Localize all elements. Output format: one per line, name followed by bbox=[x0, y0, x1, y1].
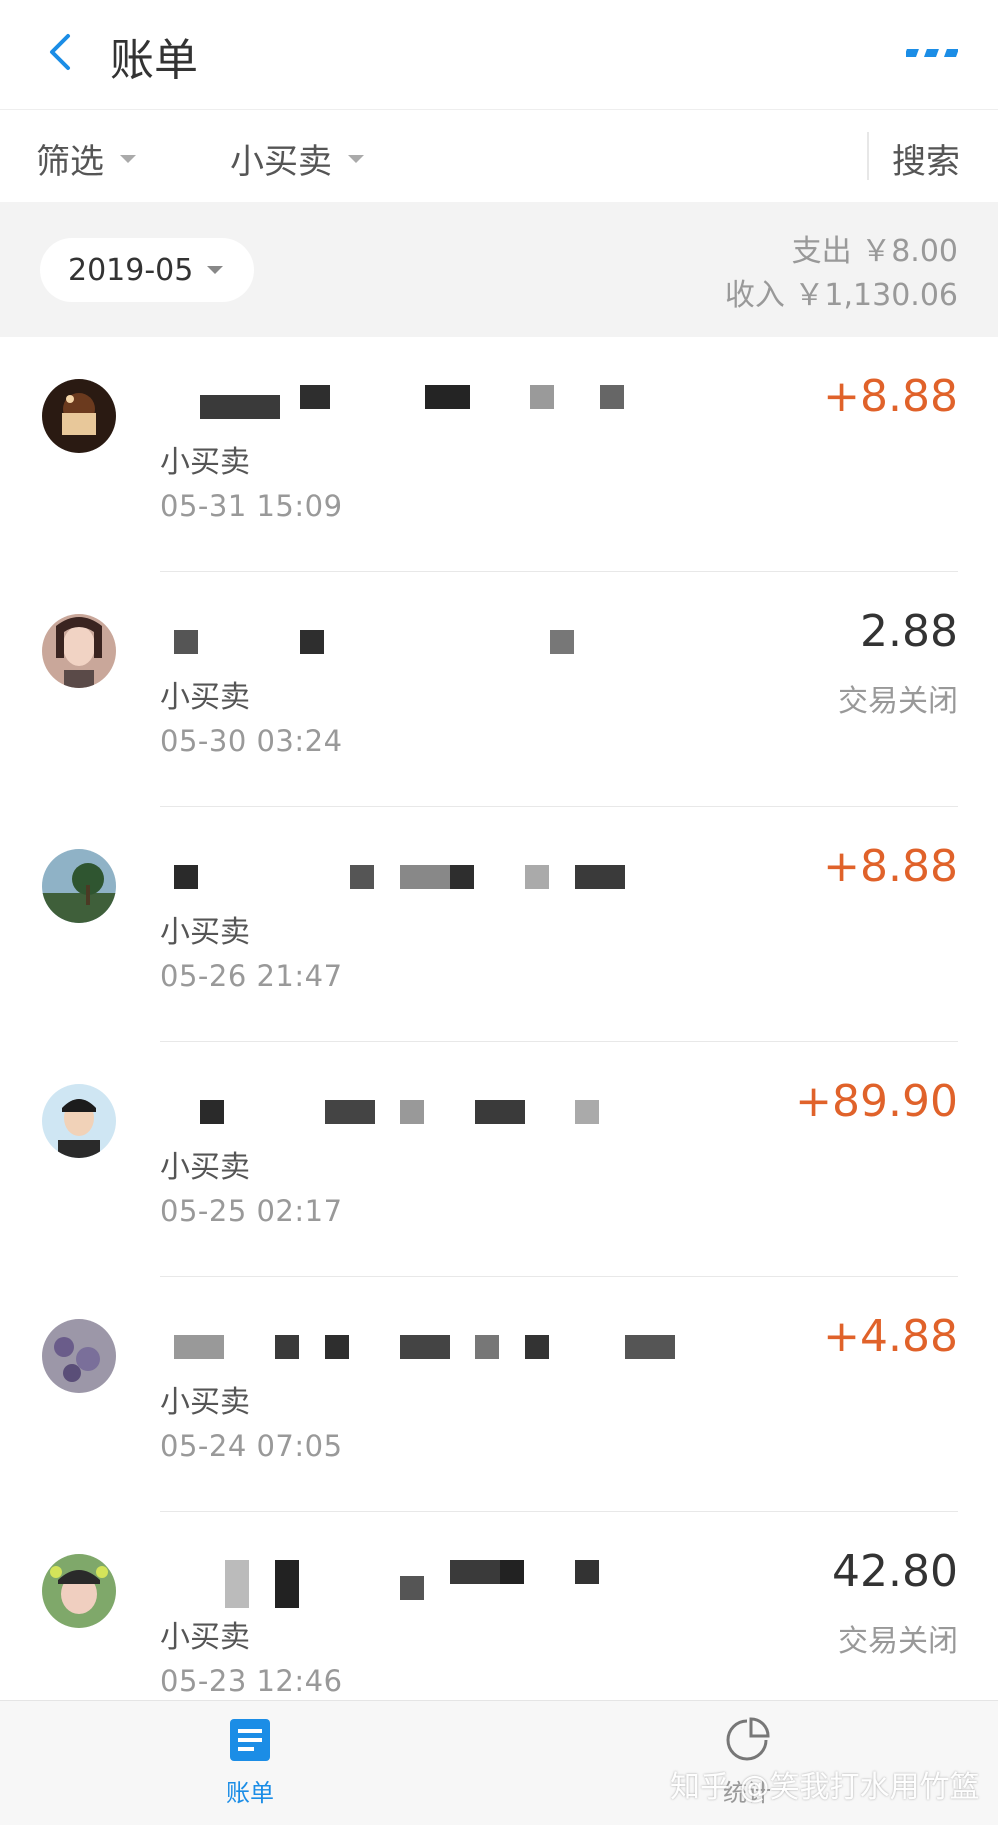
transaction-row[interactable]: 小买卖 05-25 02:17 +89.90 bbox=[0, 1042, 998, 1277]
transaction-time: 05-26 21:47 bbox=[160, 959, 343, 993]
transaction-amount: 42.80 bbox=[832, 1546, 958, 1597]
redacted-name bbox=[160, 381, 680, 423]
document-icon bbox=[230, 1719, 270, 1761]
transaction-time: 05-23 12:46 bbox=[160, 1664, 343, 1698]
category-dropdown[interactable]: 小买卖 bbox=[230, 134, 364, 183]
transaction-amount: +8.88 bbox=[823, 371, 958, 422]
avatar bbox=[42, 849, 116, 923]
redacted-name bbox=[160, 616, 680, 658]
transaction-status: 交易关闭 bbox=[838, 1624, 958, 1659]
filter-bar: 筛选 小买卖 搜索 bbox=[0, 110, 998, 202]
redacted-name bbox=[160, 1321, 680, 1363]
avatar bbox=[42, 1319, 116, 1393]
category-dropdown-label: 小买卖 bbox=[230, 142, 332, 182]
transaction-amount: +89.90 bbox=[795, 1076, 958, 1127]
redacted-name bbox=[160, 1556, 680, 1608]
filter-dropdown-label: 筛选 bbox=[36, 142, 104, 182]
tab-bills[interactable]: 账单 bbox=[180, 1717, 320, 1817]
income-total: 收入 ￥1,130.06 bbox=[724, 278, 958, 313]
avatar bbox=[42, 379, 116, 453]
transaction-list: 小买卖 05-31 15:09 +8.88 小买卖 05-30 03:24 2.… bbox=[0, 337, 998, 1747]
transaction-row[interactable]: 小买卖 05-26 21:47 +8.88 bbox=[0, 807, 998, 1042]
month-summary: 2019-05 支出 ￥8.00 收入 ￥1,130.06 bbox=[0, 202, 998, 337]
page-title: 账单 bbox=[110, 35, 198, 86]
transaction-time: 05-24 07:05 bbox=[160, 1429, 343, 1463]
transaction-status: 交易关闭 bbox=[838, 684, 958, 719]
tab-bills-label: 账单 bbox=[226, 1779, 274, 1807]
pie-chart-icon bbox=[726, 1717, 770, 1761]
caret-down-icon bbox=[348, 154, 364, 163]
avatar bbox=[42, 1554, 116, 1628]
transaction-category: 小买卖 bbox=[160, 1620, 250, 1655]
expense-total: 支出 ￥8.00 bbox=[791, 234, 958, 269]
transaction-row[interactable]: 小买卖 05-30 03:24 2.88 交易关闭 bbox=[0, 572, 998, 807]
transaction-row[interactable]: 小买卖 05-24 07:05 +4.88 bbox=[0, 1277, 998, 1512]
month-picker-value: 2019-05 bbox=[68, 252, 194, 288]
transaction-time: 05-31 15:09 bbox=[160, 489, 343, 523]
month-picker[interactable]: 2019-05 bbox=[40, 238, 254, 302]
transaction-category: 小买卖 bbox=[160, 1385, 250, 1420]
avatar bbox=[42, 614, 116, 688]
divider bbox=[867, 132, 869, 180]
caret-down-icon bbox=[207, 266, 224, 274]
avatar bbox=[42, 1084, 116, 1158]
chevron-left-icon[interactable] bbox=[40, 30, 80, 74]
transaction-amount: +4.88 bbox=[823, 1311, 958, 1362]
search-button[interactable]: 搜索 bbox=[892, 134, 960, 183]
filter-dropdown[interactable]: 筛选 bbox=[36, 134, 136, 183]
transaction-category: 小买卖 bbox=[160, 1150, 250, 1185]
transaction-category: 小买卖 bbox=[160, 445, 250, 480]
caret-down-icon bbox=[120, 154, 136, 163]
transaction-row[interactable]: 小买卖 05-31 15:09 +8.88 bbox=[0, 337, 998, 572]
transaction-category: 小买卖 bbox=[160, 680, 250, 715]
transaction-category: 小买卖 bbox=[160, 915, 250, 950]
transaction-time: 05-30 03:24 bbox=[160, 724, 343, 758]
watermark-text: 知乎 @笑我打水用竹篮 bbox=[670, 1770, 980, 1805]
transaction-amount: +8.88 bbox=[823, 841, 958, 892]
redacted-name bbox=[160, 1086, 680, 1128]
more-dots-icon[interactable] bbox=[906, 46, 958, 60]
transaction-amount: 2.88 bbox=[860, 606, 958, 657]
redacted-name bbox=[160, 851, 680, 893]
transaction-time: 05-25 02:17 bbox=[160, 1194, 343, 1228]
header-bar: 账单 bbox=[0, 0, 998, 110]
